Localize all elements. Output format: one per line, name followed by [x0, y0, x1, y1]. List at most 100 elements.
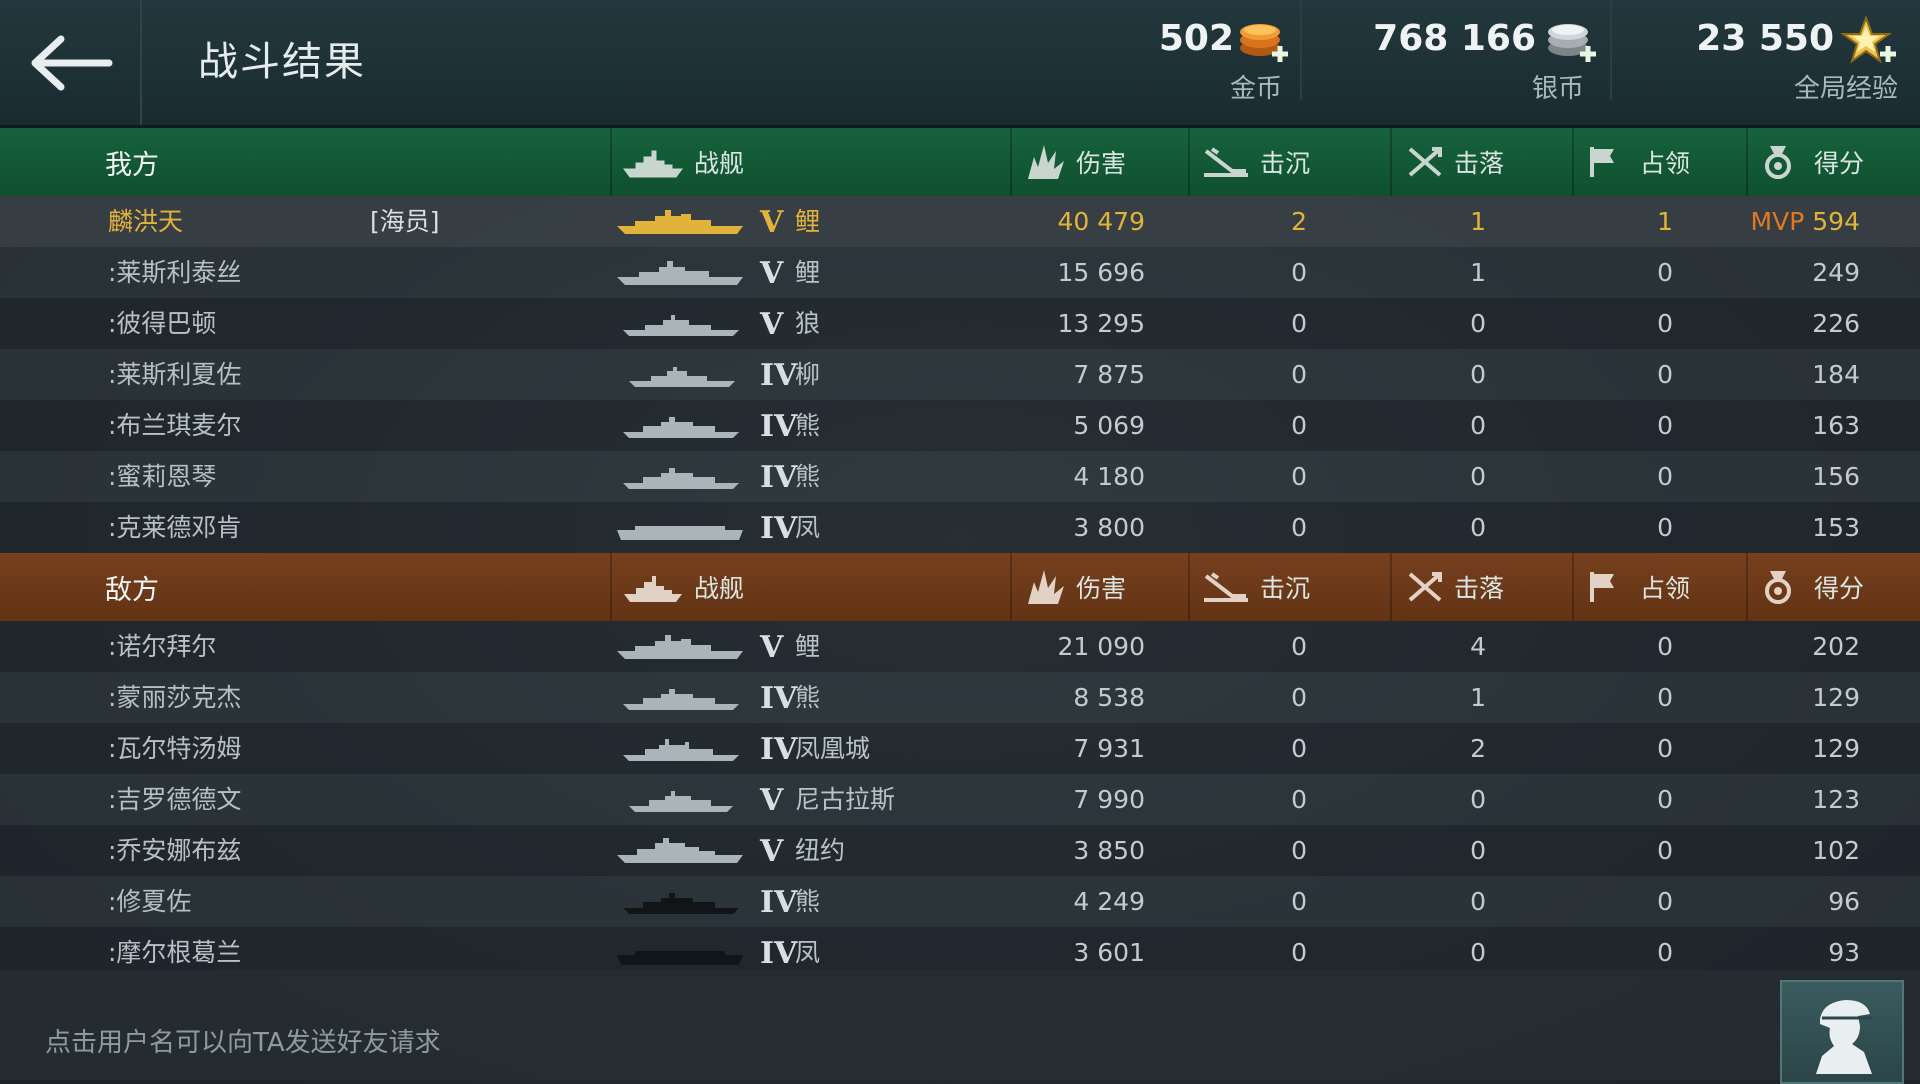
sunk-value: 0	[1291, 360, 1307, 389]
ship-silhouette-icon	[615, 631, 745, 669]
ship-tier: V	[760, 307, 784, 342]
table-row[interactable]: :克莱德邓肯 IV 凤 3 800 0 0 0 153	[0, 502, 1920, 553]
table-row[interactable]: :莱斯利泰丝 V 鲤 15 696 0 1 0 249	[0, 247, 1920, 298]
gold-coin-plus-icon[interactable]	[1236, 18, 1292, 68]
table-row[interactable]: :莱斯利夏佐 IV 柳 7 875 0 0 0 184	[0, 349, 1920, 400]
ship-silhouette-icon	[615, 886, 745, 924]
enemy-team-label: 敌方	[105, 574, 159, 606]
score-value: 102	[1812, 836, 1860, 865]
silver-currency[interactable]: 768 166 银币	[1373, 0, 1610, 104]
column-downed-label: 击落	[1454, 149, 1505, 178]
ship-tier: IV	[760, 681, 798, 716]
gold-label: 金币	[1229, 74, 1282, 104]
ship-tier: IV	[760, 885, 798, 920]
downed-value: 2	[1470, 734, 1486, 763]
column-downed: 击落	[1406, 128, 1504, 196]
player-name[interactable]: :蜜莉恩琴	[108, 451, 216, 502]
ship-tier: V	[760, 205, 784, 240]
captain-button[interactable]	[1780, 980, 1904, 1084]
explosion-icon	[1028, 570, 1064, 604]
captain-silhouette-icon	[1816, 1000, 1872, 1074]
score-number: 594	[1812, 207, 1860, 236]
player-name[interactable]: :布兰琪麦尔	[108, 400, 241, 451]
ship-name: 熊	[795, 683, 821, 712]
crossed-plane-icon	[1408, 147, 1442, 177]
player-name[interactable]: :莱斯利泰丝	[108, 247, 241, 298]
column-score: 得分	[1762, 553, 1864, 621]
damage-value: 4 180	[1073, 462, 1145, 491]
ship-silhouette-icon	[615, 784, 745, 822]
table-row[interactable]: :蒙丽莎克杰 IV 熊 8 538 0 1 0 129	[0, 672, 1920, 723]
damage-value: 40 479	[1057, 207, 1145, 236]
xp-label: 全局经验	[1793, 74, 1898, 104]
column-sunk-label: 击沉	[1260, 574, 1311, 603]
table-row[interactable]: :修夏佐 IV 熊 4 249 0 0 0 96	[0, 876, 1920, 927]
ship-name: 狼	[795, 309, 821, 338]
sunk-value: 0	[1291, 258, 1307, 287]
ship-name: 尼古拉斯	[795, 785, 896, 814]
capture-value: 0	[1657, 360, 1673, 389]
medal-icon	[1765, 146, 1791, 179]
column-score: 得分	[1762, 128, 1864, 196]
column-score-label: 得分	[1814, 149, 1865, 178]
damage-value: 7 931	[1073, 734, 1145, 763]
player-name[interactable]: :乔安娜布兹	[108, 825, 241, 876]
ship-name: 熊	[795, 411, 821, 440]
table-row[interactable]: :乔安娜布兹 V 纽约 3 850 0 0 0 102	[0, 825, 1920, 876]
divider	[1300, 0, 1302, 100]
capture-value: 0	[1657, 513, 1673, 542]
capture-value: 0	[1657, 734, 1673, 763]
warship-icon	[624, 576, 682, 602]
damage-value: 3 850	[1073, 836, 1145, 865]
divider	[1610, 0, 1612, 100]
xp-currency[interactable]: 23 550 全局经验	[1690, 0, 1920, 104]
table-row[interactable]: :彼得巴顿 V 狼 13 295 0 0 0 226	[0, 298, 1920, 349]
ship-silhouette-icon	[615, 257, 745, 295]
capture-value: 0	[1657, 683, 1673, 712]
ship-name: 凤凰城	[795, 734, 871, 763]
mvp-badge: MVP	[1750, 207, 1805, 236]
top-bar: 战斗结果 502 金币 768 166 银币 23 550 全局经验	[0, 0, 1920, 128]
capture-value: 0	[1657, 309, 1673, 338]
player-name[interactable]: :彼得巴顿	[108, 298, 216, 349]
back-button[interactable]	[0, 0, 142, 125]
score-value: MVP 594	[1751, 196, 1860, 247]
column-capture: 占领	[1588, 553, 1690, 621]
sunk-value: 0	[1291, 836, 1307, 865]
page-title: 战斗结果	[198, 39, 366, 85]
ship-tier: IV	[760, 358, 798, 393]
player-name[interactable]: :莱斯利夏佐	[108, 349, 241, 400]
table-row[interactable]: :蜜莉恩琴 IV 熊 4 180 0 0 0 156	[0, 451, 1920, 502]
column-capture-label: 占领	[1640, 574, 1691, 603]
score-value: 123	[1812, 785, 1860, 814]
player-name[interactable]: :修夏佐	[108, 876, 191, 927]
table-row[interactable]: :布兰琪麦尔 IV 熊 5 069 0 0 0 163	[0, 400, 1920, 451]
table-row[interactable]: :诺尔拜尔 V 鲤 21 090 0 4 0 202	[0, 621, 1920, 672]
silver-coin-plus-icon[interactable]	[1544, 18, 1600, 68]
star-plus-icon[interactable]	[1839, 15, 1898, 70]
player-name[interactable]: :诺尔拜尔	[108, 621, 216, 672]
ship-silhouette-icon	[615, 461, 745, 499]
capture-value: 1	[1657, 207, 1673, 236]
player-name[interactable]: :克莱德邓肯	[108, 502, 241, 553]
score-value: 226	[1812, 309, 1860, 338]
table-row[interactable]: :吉罗德德文 V 尼古拉斯 7 990 0 0 0 123	[0, 774, 1920, 825]
column-sunk-label: 击沉	[1260, 149, 1311, 178]
score-value: 163	[1812, 411, 1860, 440]
player-name[interactable]: :蒙丽莎克杰	[108, 672, 241, 723]
player-name[interactable]: :瓦尔特汤姆	[108, 723, 241, 774]
player-name[interactable]: :吉罗德德文	[108, 774, 241, 825]
gold-currency[interactable]: 502 金币	[1150, 0, 1300, 104]
table-row[interactable]: 麟洪天 [海员] V 鲤 40 479 2 1 1 MVP 594	[0, 196, 1920, 247]
sunk-value: 2	[1291, 207, 1307, 236]
column-damage: 伤害	[1024, 128, 1126, 196]
player-name[interactable]: 麟洪天	[108, 196, 183, 247]
friendly-rows: 麟洪天 [海员] V 鲤 40 479 2 1 1 MVP 594 :莱斯利泰丝 …	[0, 196, 1920, 553]
enemy-header: 敌方 战舰 伤害 击沉 击落 占领 得分	[0, 553, 1920, 621]
ship-name: 熊	[795, 462, 821, 491]
damage-value: 8 538	[1073, 683, 1145, 712]
capture-value: 0	[1657, 785, 1673, 814]
damage-value: 21 090	[1057, 632, 1145, 661]
ship-name: 纽约	[795, 836, 846, 865]
table-row[interactable]: :瓦尔特汤姆 IV 凤凰城 7 931 0 2 0 129	[0, 723, 1920, 774]
